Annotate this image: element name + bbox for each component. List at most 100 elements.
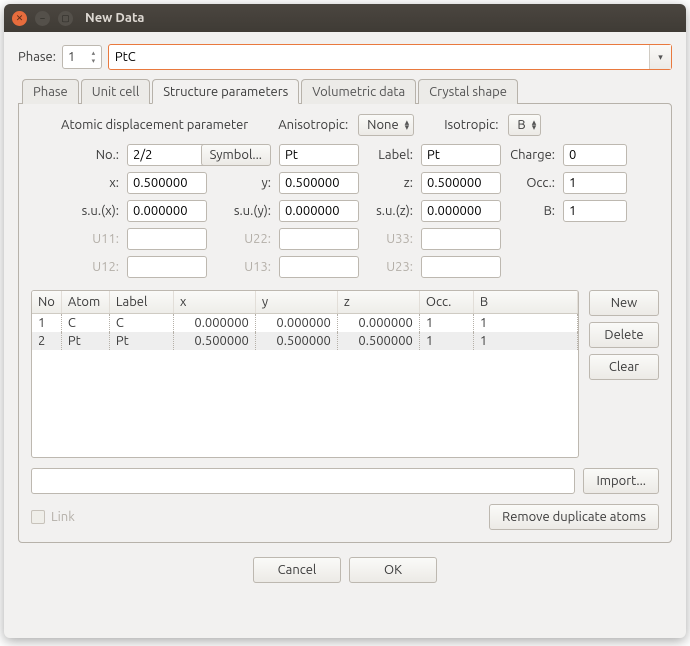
u33-label: U33:: [367, 232, 413, 246]
tab-unit-cell[interactable]: Unit cell: [81, 79, 151, 104]
tab-phase[interactable]: Phase: [22, 79, 79, 104]
cell-b: 1: [473, 332, 577, 350]
col-atom[interactable]: Atom: [61, 291, 109, 314]
atoms-table-area: No Atom Label x y z Occ. B: [31, 290, 659, 458]
cell-atom: Pt: [61, 332, 109, 350]
cell-y: 0.500000: [255, 332, 337, 350]
new-button[interactable]: New: [589, 290, 659, 316]
link-label: Link: [51, 510, 75, 524]
chevron-down-icon[interactable]: ▾: [649, 45, 671, 69]
window-title: New Data: [85, 11, 144, 25]
atoms-table-wrap: No Atom Label x y z Occ. B: [31, 290, 579, 458]
ok-button[interactable]: OK: [349, 557, 437, 583]
col-b[interactable]: B: [473, 291, 577, 314]
close-icon[interactable]: ✕: [12, 11, 27, 26]
table-header-row: No Atom Label x y z Occ. B: [32, 291, 578, 314]
z-label: z:: [367, 176, 413, 190]
anisotropic-label: Anisotropic:: [278, 118, 348, 132]
u22-field: [279, 228, 359, 250]
cell-label: C: [109, 314, 173, 333]
dialog-buttons: Cancel OK: [18, 551, 672, 585]
cell-occ: 1: [419, 314, 473, 333]
cell-no: 2: [32, 332, 61, 350]
fields-grid: No.: Symbol... Label: Charge: x: y: z: O…: [31, 144, 659, 278]
tab-crystal-shape[interactable]: Crystal shape: [418, 79, 518, 104]
tab-volumetric-data[interactable]: Volumetric data: [301, 79, 416, 104]
x-field[interactable]: [127, 172, 207, 194]
u12-field: [127, 256, 207, 278]
u11-label: U11:: [63, 232, 119, 246]
x-label: x:: [63, 176, 119, 190]
cell-occ: 1: [419, 332, 473, 350]
chevron-down-icon[interactable]: ▾: [89, 58, 98, 65]
sux-field[interactable]: [127, 200, 207, 222]
cell-z: 0.500000: [337, 332, 419, 350]
no-field[interactable]: [127, 144, 207, 166]
col-label[interactable]: Label: [109, 291, 173, 314]
u13-label: U13:: [215, 260, 271, 274]
charge-label: Charge:: [509, 148, 555, 162]
suz-label: s.u.(z):: [367, 204, 413, 218]
dialog-window: ✕ – ▢ New Data Phase: 1 ▴ ▾ ▾ Phase Unit…: [4, 4, 686, 638]
cell-no: 1: [32, 314, 61, 333]
atoms-table[interactable]: No Atom Label x y z Occ. B: [32, 291, 578, 350]
phase-number-spinner[interactable]: 1 ▴ ▾: [62, 45, 102, 69]
maximize-icon[interactable]: ▢: [58, 11, 73, 26]
phase-row: Phase: 1 ▴ ▾ ▾: [18, 44, 672, 70]
chevron-up-icon[interactable]: ▴: [89, 50, 98, 57]
b-field[interactable]: [563, 200, 627, 222]
remove-duplicate-atoms-button[interactable]: Remove duplicate atoms: [489, 504, 659, 530]
occ-field[interactable]: [563, 172, 627, 194]
cell-atom: C: [61, 314, 109, 333]
anisotropic-select[interactable]: None ▴▾: [358, 114, 414, 136]
col-z[interactable]: z: [337, 291, 419, 314]
bottom-row: Link Remove duplicate atoms: [31, 504, 659, 530]
cancel-button[interactable]: Cancel: [253, 557, 341, 583]
dialog-content: Phase: 1 ▴ ▾ ▾ Phase Unit cell Structure…: [4, 32, 686, 638]
label-field[interactable]: [421, 144, 501, 166]
suy-field[interactable]: [279, 200, 359, 222]
u23-field: [421, 256, 501, 278]
anisotropic-value: None: [367, 118, 399, 132]
clear-button[interactable]: Clear: [589, 354, 659, 380]
u13-field: [279, 256, 359, 278]
u23-label: U23:: [367, 260, 413, 274]
table-side-buttons: New Delete Clear: [589, 290, 659, 458]
cell-label: Pt: [109, 332, 173, 350]
tabs: Phase Unit cell Structure parameters Vol…: [18, 78, 672, 543]
minimize-icon[interactable]: –: [35, 11, 50, 26]
u22-label: U22:: [215, 232, 271, 246]
col-occ[interactable]: Occ.: [419, 291, 473, 314]
occ-label: Occ.:: [509, 176, 555, 190]
phase-name-input[interactable]: [109, 50, 649, 64]
table-row[interactable]: 2 Pt Pt 0.500000 0.500000 0.500000 1 1: [32, 332, 578, 350]
u12-label: U12:: [63, 260, 119, 274]
isotropic-select[interactable]: B ▴▾: [508, 114, 541, 136]
col-no[interactable]: No: [32, 291, 61, 314]
z-field[interactable]: [421, 172, 501, 194]
y-field[interactable]: [279, 172, 359, 194]
isotropic-label: Isotropic:: [444, 118, 498, 132]
delete-button[interactable]: Delete: [589, 322, 659, 348]
phase-label: Phase:: [18, 50, 56, 64]
suz-field[interactable]: [421, 200, 501, 222]
suy-label: s.u.(y):: [215, 204, 271, 218]
symbol-field[interactable]: [279, 144, 359, 166]
cell-b: 1: [473, 314, 577, 333]
isotropic-value: B: [517, 118, 525, 132]
phase-name-combo[interactable]: ▾: [108, 44, 672, 70]
updown-icon: ▴▾: [532, 120, 537, 130]
table-row[interactable]: 1 C C 0.000000 0.000000 0.000000 1 1: [32, 314, 578, 333]
symbol-button[interactable]: Symbol...: [201, 144, 271, 166]
sux-label: s.u.(x):: [63, 204, 119, 218]
cell-y: 0.000000: [255, 314, 337, 333]
titlebar: ✕ – ▢ New Data: [4, 4, 686, 32]
import-path-field[interactable]: [31, 468, 575, 494]
col-y[interactable]: y: [255, 291, 337, 314]
charge-field[interactable]: [563, 144, 627, 166]
tab-structure-parameters[interactable]: Structure parameters: [152, 79, 299, 104]
no-label: No.:: [63, 148, 119, 162]
col-x[interactable]: x: [173, 291, 255, 314]
tabstrip: Phase Unit cell Structure parameters Vol…: [18, 78, 672, 103]
import-button[interactable]: Import...: [583, 468, 659, 494]
